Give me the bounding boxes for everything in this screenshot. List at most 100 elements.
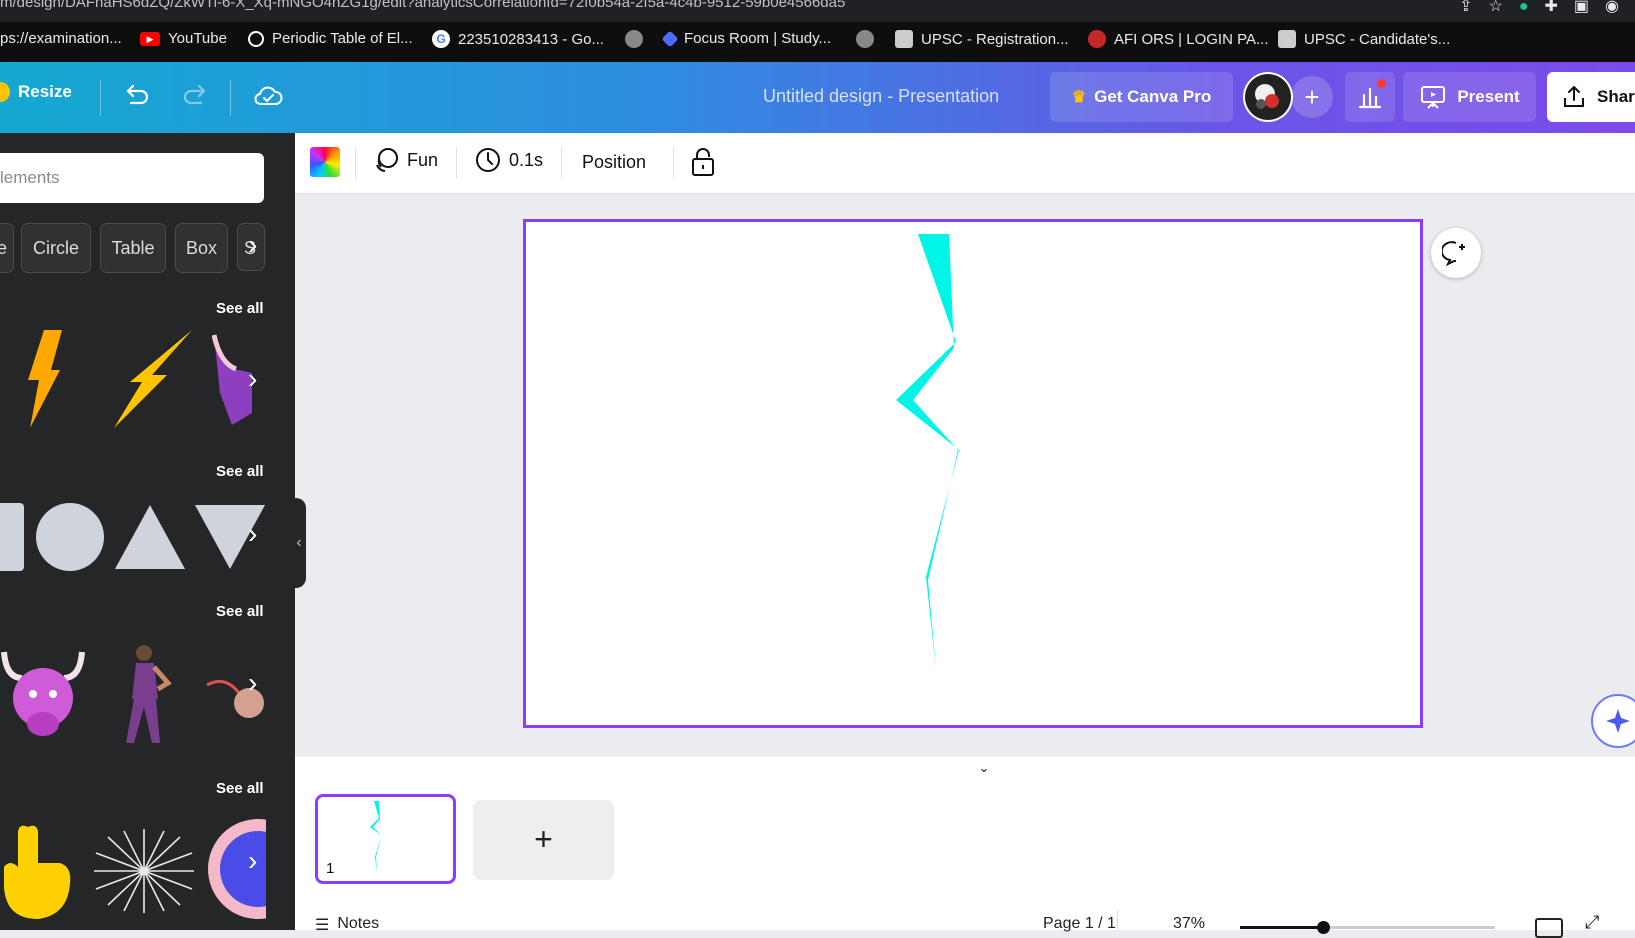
bookmark-focus-room[interactable]: Focus Room | Study... <box>661 30 832 47</box>
hand-pointer-icon[interactable] <box>0 823 74 923</box>
bookmark-label: AFI ORS | LOGIN PA... <box>1114 30 1269 48</box>
bookmark-label: Focus Room | Study... <box>684 30 832 47</box>
extensions-icon[interactable]: ✚ <box>1545 0 1558 15</box>
profile-icon[interactable]: ◉ <box>1605 0 1619 15</box>
focus-icon <box>661 30 679 47</box>
lock-button[interactable] <box>690 147 716 177</box>
browser-address-bar[interactable]: m/design/DAFhaHS6dZQ/ZkWTi-6-X_Xq-mNGO4n… <box>0 0 1635 22</box>
position-button[interactable]: Position <box>582 152 646 173</box>
bookmark-periodic-table[interactable]: Periodic Table of El... <box>248 30 413 47</box>
zoom-slider[interactable] <box>1240 921 1495 934</box>
chip-circle[interactable]: Circle <box>21 223 91 273</box>
collapse-panel-button[interactable]: ‹ <box>292 498 306 588</box>
share-page-icon[interactable]: ⇪ <box>1459 0 1472 15</box>
avatar-image <box>1245 74 1291 120</box>
grid-view-icon[interactable] <box>1535 918 1563 938</box>
bookmark-label: UPSC - Registration... <box>921 30 1069 48</box>
plus-icon: + <box>1304 81 1320 112</box>
redo-button[interactable] <box>180 80 210 110</box>
resize-button[interactable]: Resize <box>0 82 72 102</box>
animation-button[interactable]: Fun <box>373 147 438 173</box>
chevron-right-icon[interactable]: › <box>248 845 257 877</box>
grammarly-icon[interactable]: ● <box>1519 0 1529 15</box>
notes-button[interactable]: ☰ Notes <box>315 915 379 935</box>
sparkle-icon <box>1606 709 1630 733</box>
design-canvas[interactable] <box>523 219 1423 728</box>
add-comment-button[interactable] <box>1431 228 1481 278</box>
chip-table[interactable]: Table <box>100 223 166 273</box>
bookmark-label: YouTube <box>168 30 227 47</box>
zoom-percent[interactable]: 37% <box>1173 915 1205 933</box>
save-status-button[interactable] <box>252 80 284 110</box>
add-page-button[interactable]: + <box>473 800 614 880</box>
share-button[interactable]: Shar <box>1547 72 1635 122</box>
share-icon <box>1564 85 1584 107</box>
divider <box>100 80 101 116</box>
youtube-icon: ▶ <box>140 31 160 46</box>
window-icon[interactable]: ▣ <box>1574 0 1589 15</box>
chevron-right-icon[interactable]: › <box>248 229 257 261</box>
editor-footer: ☰ Notes Page 1 / 1 37% ⤢ <box>295 910 1635 938</box>
chip-box[interactable]: Box <box>175 223 228 273</box>
avatar[interactable] <box>1243 72 1293 122</box>
chevron-right-icon[interactable]: › <box>248 667 257 699</box>
insights-button[interactable] <box>1345 72 1395 122</box>
present-button[interactable]: Present <box>1403 72 1536 122</box>
page-thumbnail[interactable]: 1 <box>315 794 456 884</box>
color-button[interactable] <box>310 147 340 177</box>
bookmark-afi-ors[interactable]: AFI ORS | LOGIN PA... <box>1088 30 1268 48</box>
bookmark-google[interactable]: G 223510283413 - Go... <box>432 30 604 48</box>
present-icon <box>1421 86 1446 109</box>
bookmark-youtube[interactable]: ▶ YouTube <box>140 30 227 47</box>
comment-plus-icon <box>1442 241 1465 267</box>
chevron-left-icon: ‹ <box>296 534 302 551</box>
url-text[interactable]: m/design/DAFhaHS6dZQ/ZkWTi-6-X_Xq-mNGO4n… <box>0 0 845 11</box>
lightning-bolt-icon[interactable] <box>112 330 194 430</box>
resize-label: Resize <box>18 82 72 101</box>
search-input[interactable]: lements <box>0 153 264 203</box>
lightning-element[interactable] <box>526 222 1420 725</box>
bookmark-upsc-candidate[interactable]: UPSC - Candidate's... <box>1278 30 1450 48</box>
see-all-link[interactable]: See all <box>216 463 264 480</box>
get-canva-pro-button[interactable]: ♛ Get Canva Pro <box>1050 72 1233 122</box>
crown-icon: ♛ <box>1071 89 1087 106</box>
upsc-icon <box>1278 30 1296 48</box>
chevron-right-icon[interactable]: › <box>248 363 257 395</box>
triangle-shape-icon[interactable] <box>115 505 185 569</box>
zoom-slider-handle[interactable] <box>1317 921 1330 934</box>
see-all-link[interactable]: See all <box>216 300 264 317</box>
bookmark-upsc-registration[interactable]: UPSC - Registration... <box>895 30 1069 48</box>
see-all-link[interactable]: See all <box>216 603 264 620</box>
chevron-right-icon[interactable]: › <box>248 518 257 550</box>
chip-partial[interactable]: e <box>0 223 14 273</box>
starburst-icon[interactable] <box>94 829 194 913</box>
duration-button[interactable]: 0.1s <box>475 147 543 173</box>
notes-icon: ☰ <box>315 917 330 934</box>
page-indicator[interactable]: Page 1 / 1 <box>1043 915 1116 933</box>
design-title[interactable]: Untitled design - Presentation <box>763 86 999 107</box>
divider <box>230 80 231 116</box>
bull-head-icon[interactable] <box>0 648 86 744</box>
star-icon[interactable]: ☆ <box>1488 0 1502 15</box>
undo-button[interactable] <box>122 80 152 110</box>
bookmark-examination[interactable]: ps://examination... <box>0 30 122 47</box>
see-all-link[interactable]: See all <box>216 780 264 797</box>
bookmark-globe-2[interactable] <box>856 30 874 48</box>
bookmark-globe[interactable] <box>625 30 643 48</box>
cloud-saved-icon <box>254 86 283 105</box>
woman-figure-icon[interactable] <box>112 643 182 747</box>
toggle-filmstrip-button[interactable]: ⌄ <box>935 760 1033 780</box>
present-label: Present <box>1457 87 1520 106</box>
notes-label: Notes <box>337 915 380 932</box>
circle-shape-icon[interactable] <box>36 503 104 571</box>
animation-label: Fun <box>407 149 439 170</box>
lightning-bolt-icon[interactable] <box>24 330 64 430</box>
editor-header: Resize Untitled design - Presentation ♛ … <box>0 62 1635 133</box>
upsc-icon <box>895 30 913 48</box>
notification-dot <box>1377 79 1386 88</box>
duration-label: 0.1s <box>509 149 544 170</box>
magic-assistant-button[interactable] <box>1591 694 1635 748</box>
bookmark-label: 223510283413 - Go... <box>458 30 604 48</box>
square-shape-icon[interactable] <box>0 503 24 571</box>
invite-button[interactable]: + <box>1291 76 1333 118</box>
